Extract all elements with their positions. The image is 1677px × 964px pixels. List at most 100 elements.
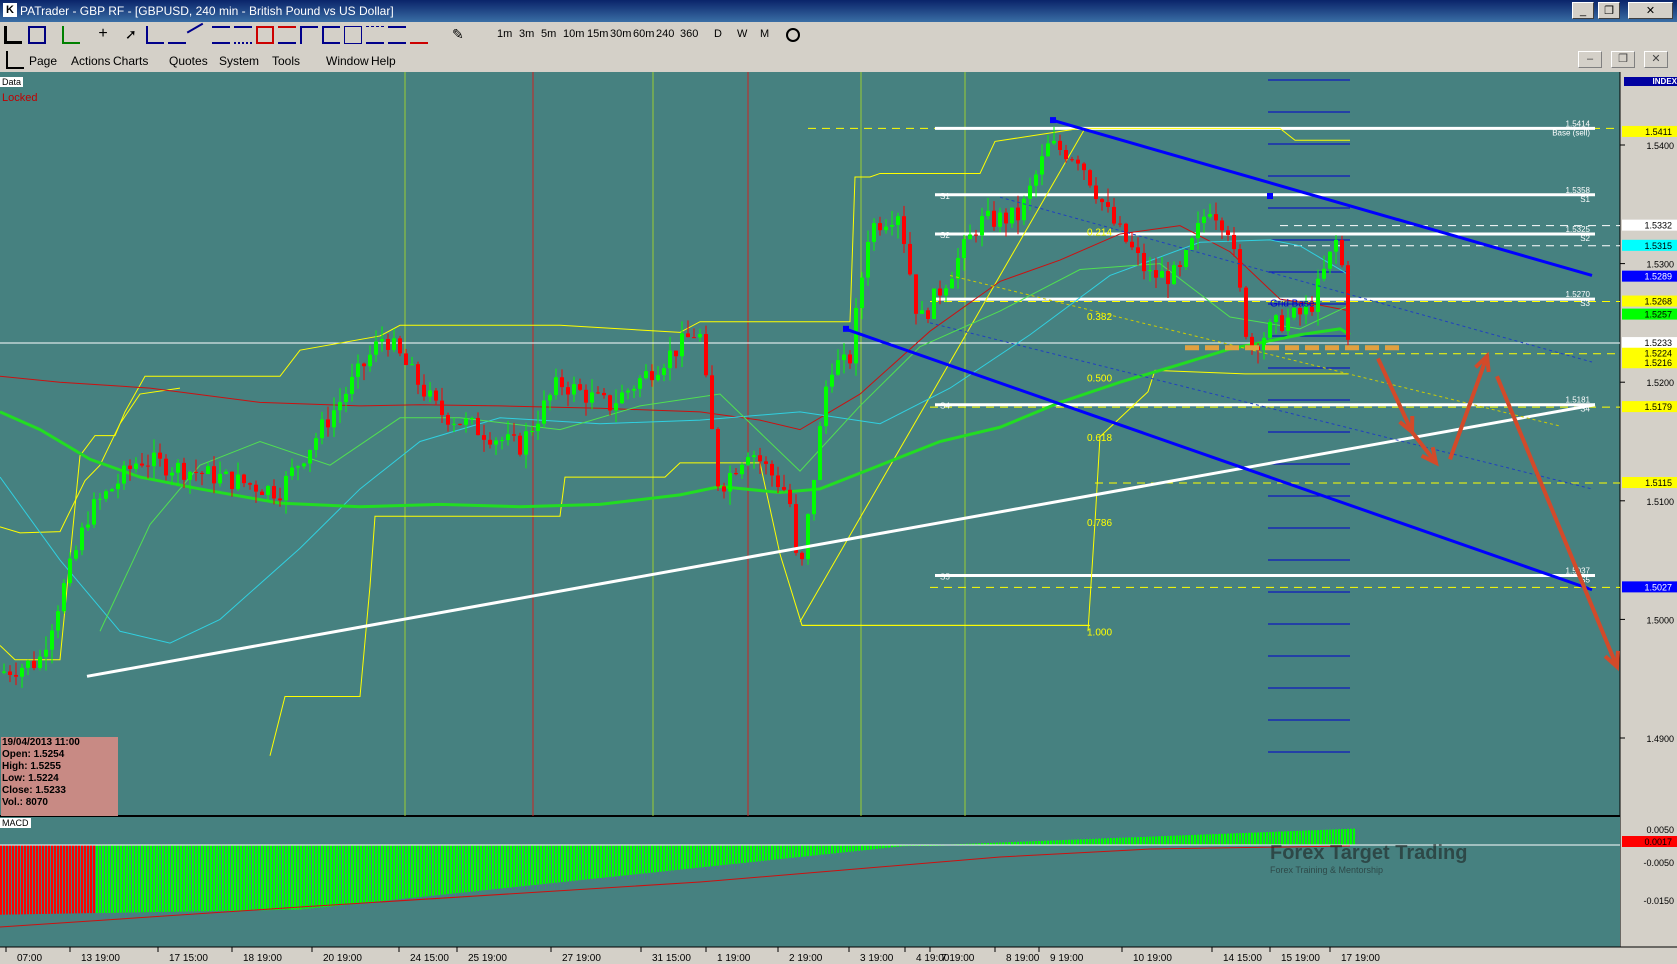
pencil-icon[interactable]: ✎	[452, 26, 470, 44]
new-chart-icon[interactable]	[4, 26, 22, 44]
macd-bar	[207, 845, 209, 912]
macd-bar	[150, 845, 152, 913]
cursor-icon[interactable]: ➚	[125, 26, 143, 44]
pivot-price-label: 1.5358	[1566, 186, 1591, 195]
menu-bar: Page Actions Charts Quotes System Tools …	[0, 48, 1677, 72]
macd-bar	[840, 845, 842, 853]
candle-body	[1286, 317, 1290, 331]
rectangle-tool-icon[interactable]	[256, 26, 274, 44]
macd-bar	[1089, 838, 1091, 845]
tf-5m-button[interactable]: 5m	[541, 28, 556, 40]
menu-system[interactable]: Tools	[272, 54, 300, 68]
delete-drawing-icon[interactable]	[410, 26, 428, 44]
candle-body	[836, 360, 840, 375]
candle-body	[860, 277, 864, 309]
menu-quotes[interactable]: System	[219, 54, 259, 68]
info-high: High: 1.5255	[2, 761, 61, 772]
macd-bar	[783, 845, 785, 859]
macd-bar	[600, 845, 602, 878]
menu-view[interactable]: Actions	[71, 54, 110, 68]
crosshair-icon[interactable]: +	[94, 26, 112, 44]
info-open: Open: 1.5254	[2, 749, 65, 760]
trendline-icon[interactable]	[186, 22, 212, 48]
tf-30m-button[interactable]: 30m	[610, 28, 631, 40]
fib-time-icon[interactable]	[322, 26, 340, 44]
grid-base-label: Grid Base	[1270, 298, 1315, 309]
fib-retrace-icon[interactable]	[278, 26, 296, 44]
menu-actions[interactable]: Charts	[113, 54, 148, 68]
channel-icon[interactable]	[212, 26, 230, 44]
horizontal-line-icon[interactable]	[168, 26, 186, 44]
fib-fan-icon[interactable]	[300, 26, 318, 44]
tf-1m-button[interactable]: 1m	[497, 28, 512, 40]
close-button[interactable]: ✕	[1628, 2, 1673, 19]
candle-body	[14, 674, 18, 677]
candle-body	[278, 498, 282, 501]
pitchfork-icon[interactable]	[366, 26, 384, 44]
chart-type-icon[interactable]	[62, 26, 80, 44]
macd-bar	[534, 845, 536, 885]
macd-bar	[1245, 832, 1247, 845]
mdi-restore-button[interactable]: ❐	[1611, 51, 1635, 68]
candle-body	[794, 504, 798, 553]
macd-bar	[78, 845, 80, 914]
cycle-lines-icon[interactable]	[388, 26, 406, 44]
layout-icon[interactable]	[28, 26, 46, 44]
candle-body	[1022, 198, 1026, 221]
menu-window[interactable]: Help	[371, 54, 396, 68]
macd-bar	[792, 845, 794, 858]
menu-tools[interactable]: Window	[326, 54, 369, 68]
time-axis-label: 14 15:00	[1223, 953, 1262, 964]
tf-240-button[interactable]: 240	[656, 28, 674, 40]
macd-bar	[1065, 839, 1067, 845]
macd-bar	[1167, 835, 1169, 845]
macd-bar	[144, 845, 146, 913]
period-daily-button[interactable]: D	[714, 28, 722, 40]
candle-body	[1130, 241, 1134, 248]
candle-body	[1028, 185, 1032, 199]
gann-icon[interactable]	[344, 26, 362, 44]
hline-tool-icon[interactable]	[146, 26, 164, 44]
candle-body	[1268, 322, 1272, 338]
minimize-button[interactable]: _	[1572, 2, 1594, 19]
mdi-close-button[interactable]: ✕	[1644, 51, 1668, 68]
menu-page[interactable]: Page	[29, 54, 57, 68]
period-monthly-button[interactable]: M	[760, 28, 769, 40]
watermark-subtitle: Forex Training & Mentorship	[1270, 865, 1384, 875]
macd-bar	[129, 845, 131, 913]
parallel-icon[interactable]	[234, 26, 252, 44]
candle-body	[1064, 150, 1068, 160]
macd-bar	[762, 845, 764, 861]
period-weekly-button[interactable]: W	[737, 28, 747, 40]
candle-body	[572, 384, 576, 395]
macd-bar	[570, 845, 572, 882]
time-axis-label: 10 19:00	[1133, 953, 1172, 964]
mdi-minimize-button[interactable]: –	[1578, 51, 1602, 68]
candle-body	[758, 455, 762, 462]
macd-bar	[27, 845, 29, 915]
price-marker-label: 1.5115	[1645, 478, 1672, 488]
candle-body	[770, 463, 774, 476]
macd-bar	[690, 845, 692, 869]
restore-button[interactable]: ❐	[1598, 2, 1620, 19]
tf-10m-button[interactable]: 10m	[563, 28, 584, 40]
candle-body	[98, 498, 102, 500]
time-axis-label: 07:00	[17, 953, 42, 964]
macd-bar	[711, 845, 713, 867]
tf-15m-button[interactable]: 15m	[587, 28, 608, 40]
macd-bar	[510, 845, 512, 888]
candle-body	[350, 376, 354, 394]
tf-360-button[interactable]: 360	[680, 28, 698, 40]
candle-body	[1004, 212, 1008, 224]
candle-body	[1040, 156, 1044, 175]
candle-body	[266, 486, 270, 496]
price-chart[interactable]: 1.5414Base (sell)1.5358S11.5325S21.5270S…	[0, 72, 1677, 964]
menu-charts[interactable]: Quotes	[169, 54, 208, 68]
candle-body	[926, 310, 930, 319]
tf-3m-button[interactable]: 3m	[519, 28, 534, 40]
candle-body	[710, 375, 714, 430]
macd-bar	[1143, 836, 1145, 845]
tf-60m-button[interactable]: 60m	[633, 28, 654, 40]
macd-bar	[216, 845, 218, 912]
clock-icon[interactable]	[786, 28, 800, 42]
